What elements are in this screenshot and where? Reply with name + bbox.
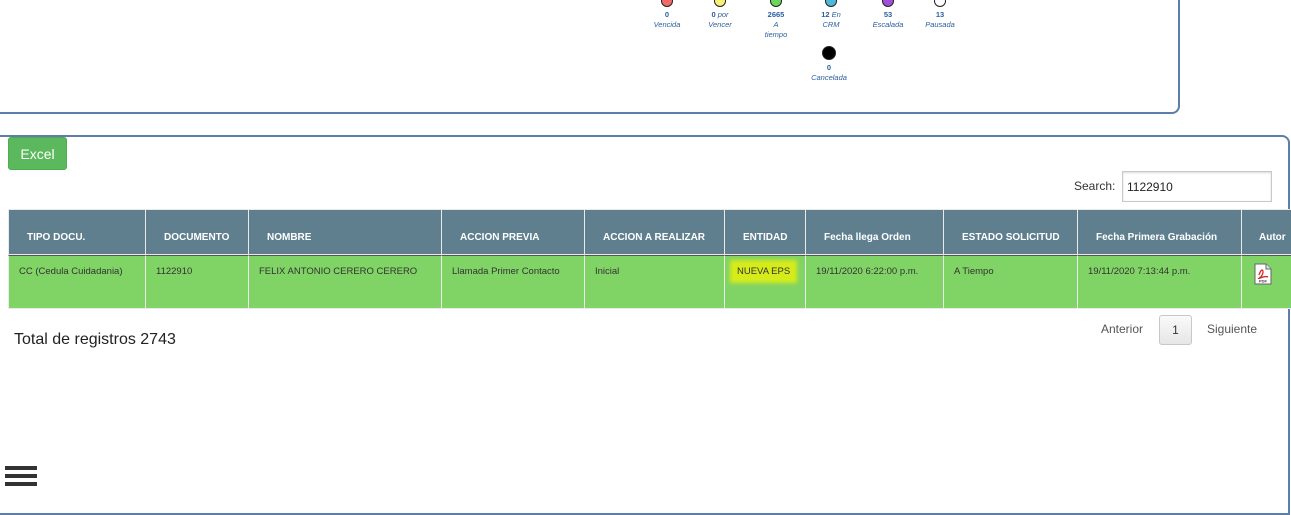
cell-accion-realizar: Inicial [585,255,725,309]
column-header-autor[interactable]: Autor [1242,209,1291,255]
status-pausada[interactable]: 13 Pausada [910,0,970,30]
table-header-row: TIPO DOCU. DOCUMENTO NOMBRE ACCION PREVI… [8,209,1291,255]
pdf-file-icon[interactable]: PDF [1254,263,1272,285]
cell-accion-previa: Llamada Primer Contacto [442,255,585,309]
svg-text:PDF: PDF [1259,279,1268,284]
column-header-tipo-docu[interactable]: TIPO DOCU. [8,209,146,255]
status-dot-icon [714,0,726,7]
cell-autor: PDF [1242,255,1291,309]
status-dot-icon [825,0,837,7]
search-input[interactable] [1122,171,1272,202]
hamburger-menu-icon[interactable] [5,466,37,490]
column-header-documento[interactable]: DOCUMENTO [146,209,249,255]
table-row[interactable]: CC (Cedula Cuidadania) 1122910 FELIX ANT… [8,255,1291,309]
status-dot-icon [934,0,946,7]
status-en-crm[interactable]: 12 En CRM [801,0,861,30]
status-escalada[interactable]: 53 Escalada [858,0,918,30]
pagination-page-1[interactable]: 1 [1159,315,1192,345]
status-vencida[interactable]: 0 Vencida [637,0,697,30]
search-label: Search: [1074,179,1116,193]
column-header-entidad[interactable]: ENTIDAD [725,209,806,255]
cell-documento: 1122910 [146,255,249,309]
column-header-accion-realizar[interactable]: ACCION A REALIZAR [585,209,725,255]
column-header-fecha-primera-grabacion[interactable]: Fecha Primera Grabación [1078,209,1242,255]
cell-fecha-llega-orden: 19/11/2020 6:22:00 p.m. [806,255,944,309]
results-table: TIPO DOCU. DOCUMENTO NOMBRE ACCION PREVI… [8,209,1291,311]
entidad-highlight: NUEVA EPS [733,263,795,280]
status-summary-panel [0,0,1180,114]
status-a-tiempo[interactable]: 2665 A tiempo [746,0,806,40]
status-cancelada[interactable]: 0 Cancelada [799,46,859,83]
excel-export-button[interactable]: Excel [8,137,67,170]
status-dot-icon [661,0,673,7]
cell-nombre: FELIX ANTONIO CERERO CERERO [249,255,442,309]
cell-estado-solicitud: A Tiempo [944,255,1078,309]
column-header-fecha-llega-orden[interactable]: Fecha llega Orden [806,209,944,255]
cell-fecha-primera-grabacion: 19/11/2020 7:13:44 p.m. [1078,255,1242,309]
cell-tipo-docu: CC (Cedula Cuidadania) [8,255,146,309]
pagination-next-link[interactable]: Siguiente [1207,322,1257,336]
pagination-previous-link[interactable]: Anterior [1101,322,1143,336]
cell-entidad: NUEVA EPS [725,255,806,309]
column-header-nombre[interactable]: NOMBRE [249,209,442,255]
status-dot-icon [770,0,782,7]
column-header-accion-previa[interactable]: ACCION PREVIA [442,209,585,255]
status-dot-icon [882,0,894,7]
status-dot-icon [822,46,836,60]
total-records-label: Total de registros 2743 [14,331,176,348]
status-por-vencer[interactable]: 0 por Vencer [690,0,750,30]
column-header-estado-solicitud[interactable]: ESTADO SOLICITUD [944,209,1078,255]
